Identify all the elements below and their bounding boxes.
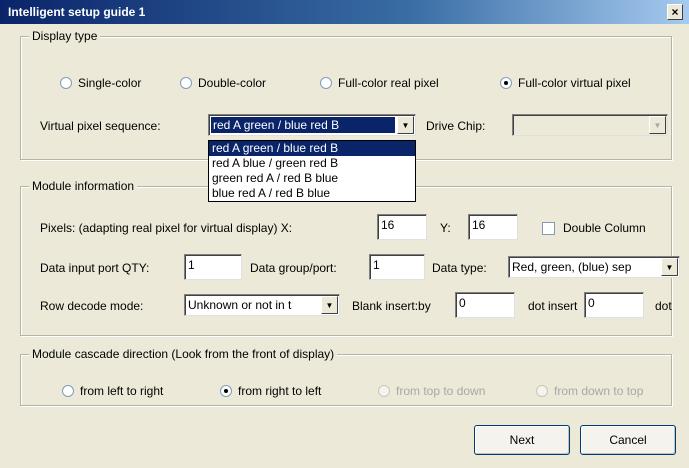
radio-single-color[interactable]: Single-color	[60, 74, 141, 91]
pixels-y-label: Y:	[440, 221, 451, 235]
radio-disabled-icon	[536, 384, 548, 397]
module-info-legend: Module information	[29, 179, 138, 193]
cancel-button[interactable]: Cancel	[580, 425, 676, 455]
radio-checked-icon	[220, 384, 232, 397]
double-column-checkbox[interactable]: Double Column	[542, 220, 646, 236]
virtual-pixel-dropdown-list: red A green / blue red B red A blue / gr…	[208, 140, 416, 202]
next-button[interactable]: Next	[474, 425, 570, 455]
dropdown-option[interactable]: red A blue / green red B	[209, 156, 415, 171]
chevron-down-icon: ▼	[649, 116, 666, 134]
radio-checked-icon	[500, 76, 512, 89]
data-type-select[interactable]: Red, green, (blue) sep ▼	[508, 256, 680, 278]
drive-chip-label: Drive Chip:	[426, 119, 486, 133]
data-type-label: Data type:	[432, 261, 487, 275]
radio-top-to-down: from top to down	[378, 382, 485, 399]
dot-insert-input[interactable]: 0	[584, 292, 644, 318]
row-decode-label: Row decode mode:	[40, 299, 144, 313]
virtual-pixel-label: Virtual pixel sequence:	[40, 119, 161, 133]
chevron-down-icon[interactable]: ▼	[661, 258, 678, 276]
radio-double-color[interactable]: Double-color	[180, 74, 266, 91]
pixels-y-input[interactable]: 16	[468, 214, 518, 240]
chevron-down-icon[interactable]: ▼	[321, 296, 338, 314]
radio-right-to-left[interactable]: from right to left	[220, 382, 321, 399]
chevron-down-icon[interactable]: ▼	[397, 116, 414, 134]
data-input-port-input[interactable]: 1	[184, 254, 242, 280]
pixels-label: Pixels: (adapting real pixel for virtual…	[40, 221, 293, 235]
dot-insert-label: dot insert	[528, 299, 578, 313]
radio-left-to-right[interactable]: from left to right	[62, 382, 163, 399]
blank-insert-label: Blank insert:by	[352, 299, 431, 313]
cascade-legend: Module cascade direction (Look from the …	[29, 347, 338, 361]
drive-chip-select[interactable]: ▼	[512, 114, 668, 136]
data-type-value: Red, green, (blue) sep	[512, 260, 632, 274]
radio-down-to-top: from down to top	[536, 382, 643, 399]
checkbox-icon	[542, 222, 555, 236]
data-input-port-label: Data input port QTY:	[40, 261, 150, 275]
dot-unit-label: dot	[655, 299, 672, 313]
radio-full-color-real[interactable]: Full-color real pixel	[320, 74, 439, 91]
radio-full-color-virtual[interactable]: Full-color virtual pixel	[500, 74, 631, 91]
close-icon[interactable]: ×	[667, 4, 683, 20]
radio-icon	[62, 384, 74, 397]
dropdown-option[interactable]: red A green / blue red B	[209, 141, 415, 156]
data-group-port-input[interactable]: 1	[369, 254, 425, 280]
dialog-body: Display type Single-color Double-color F…	[0, 24, 689, 468]
virtual-pixel-value: red A green / blue red B	[211, 117, 395, 133]
row-decode-value: Unknown or not in t	[188, 298, 292, 312]
row-decode-select[interactable]: Unknown or not in t ▼	[184, 294, 340, 316]
radio-disabled-icon	[378, 384, 390, 397]
title-bar: Intelligent setup guide 1 ×	[0, 0, 689, 24]
radio-icon	[180, 76, 192, 89]
data-group-port-label: Data group/port:	[250, 261, 337, 275]
window-title: Intelligent setup guide 1	[8, 5, 146, 19]
radio-icon	[320, 76, 332, 89]
virtual-pixel-select[interactable]: red A green / blue red B ▼	[208, 114, 416, 136]
display-type-legend: Display type	[29, 29, 101, 43]
radio-icon	[60, 76, 72, 89]
pixels-x-input[interactable]: 16	[377, 214, 427, 240]
blank-insert-input[interactable]: 0	[455, 292, 515, 318]
dropdown-option[interactable]: blue red A / red B blue	[209, 186, 415, 201]
dropdown-option[interactable]: green red A / red B blue	[209, 171, 415, 186]
